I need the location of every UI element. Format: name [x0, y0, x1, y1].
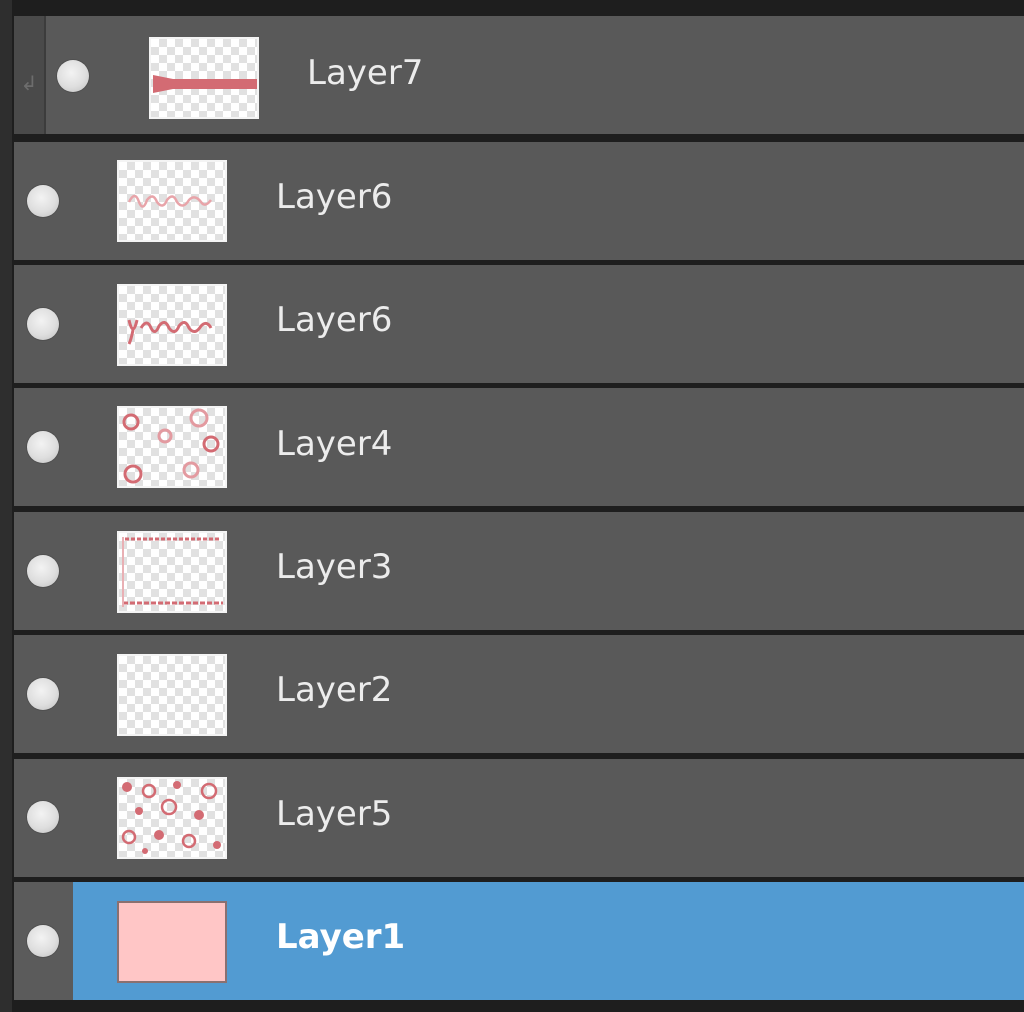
script-text-light-icon: [127, 194, 212, 208]
clipping-arrow-icon: ↲: [20, 71, 38, 95]
layer-row-layer1[interactable]: Layer1: [14, 882, 1024, 1000]
layer-thumbnail: [119, 903, 225, 981]
layer-thumbnail: [119, 533, 225, 611]
layer-thumbnail: [119, 162, 225, 240]
layer-thumbnail: [119, 408, 225, 486]
layer-name: Layer6: [276, 300, 393, 340]
layer-name: Layer1: [276, 917, 406, 957]
layer-thumbnail: [151, 39, 257, 117]
visibility-eye-icon[interactable]: [57, 60, 89, 92]
layer-thumbnail: [119, 656, 225, 734]
layer-row-layer5[interactable]: Layer5: [14, 759, 1024, 877]
layer-row-layer2[interactable]: Layer2: [14, 635, 1024, 753]
border-lines-icon: [122, 537, 223, 607]
script-text-icon: [127, 319, 213, 345]
layer-row-layer6[interactable]: Layer6: [14, 142, 1024, 260]
layer-name: Layer3: [276, 547, 393, 587]
layer-name: Layer7: [307, 53, 424, 93]
layer-name: Layer6: [276, 177, 393, 217]
visibility-eye-icon[interactable]: [27, 555, 59, 587]
visibility-eye-icon[interactable]: [27, 308, 59, 340]
layer-name: Layer2: [276, 670, 393, 710]
panel-gutter: [0, 0, 12, 1012]
clipping-indicator: ↲: [14, 16, 46, 134]
layer-thumbnail: [119, 779, 225, 857]
layer-name: Layer4: [276, 424, 393, 464]
flower-corners-icon: [122, 408, 220, 484]
dot-pattern-icon: [121, 781, 221, 854]
visibility-eye-icon[interactable]: [27, 185, 59, 217]
visibility-eye-icon[interactable]: [27, 431, 59, 463]
layer-row-layer6[interactable]: Layer6: [14, 265, 1024, 383]
visibility-eye-icon[interactable]: [27, 678, 59, 710]
ribbon-strip-icon: [153, 75, 257, 93]
layer-name: Layer5: [276, 794, 393, 834]
layer-row-layer7[interactable]: ↲ Layer7: [14, 16, 1024, 134]
layer-row-layer3[interactable]: Layer3: [14, 512, 1024, 630]
layer-thumbnail: [119, 286, 225, 364]
visibility-eye-icon[interactable]: [27, 801, 59, 833]
visibility-eye-icon[interactable]: [27, 925, 59, 957]
layer-row-layer4[interactable]: Layer4: [14, 388, 1024, 506]
layers-panel: ↲ Layer7 Layer6 Layer6 Layer4 Layer3 Lay…: [0, 0, 1024, 1012]
